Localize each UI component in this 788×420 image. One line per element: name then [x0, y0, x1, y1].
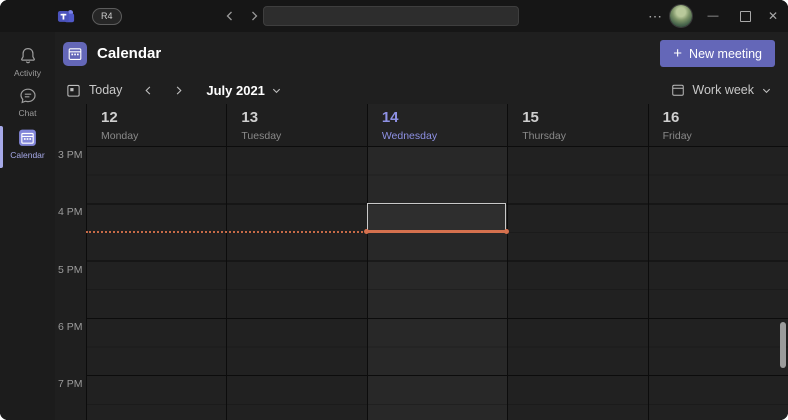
- view-selector[interactable]: Work week: [671, 76, 772, 104]
- day-column-friday[interactable]: [647, 146, 788, 420]
- chevron-down-icon[interactable]: [271, 85, 282, 96]
- day-name: Friday: [662, 130, 692, 142]
- day-column-thursday[interactable]: [507, 146, 648, 420]
- search-input[interactable]: [263, 6, 519, 26]
- new-meeting-label: New meeting: [689, 46, 762, 61]
- day-name: Wednesday: [381, 130, 438, 142]
- environment-badge: R4: [92, 8, 122, 25]
- chat-icon: [0, 86, 55, 106]
- sidebar-item-label: Calendar: [10, 150, 45, 160]
- maximize-button[interactable]: [730, 0, 760, 32]
- bell-icon: [0, 46, 55, 66]
- today-button[interactable]: Today: [89, 83, 122, 97]
- more-options-icon[interactable]: ⋯: [643, 4, 667, 28]
- week-grid: 3 PM 4 PM 5 PM 6 PM 7 PM: [55, 146, 788, 420]
- sidebar-item-chat[interactable]: Chat: [0, 86, 55, 118]
- toolbar-left-group: Today July 2021: [66, 76, 282, 104]
- sidebar-item-calendar[interactable]: Calendar: [0, 127, 55, 160]
- sidebar-item-label: Activity: [14, 68, 41, 78]
- day-header-thursday[interactable]: 15 Thursday: [507, 104, 647, 146]
- day-column-monday[interactable]: [86, 146, 227, 420]
- calendar-app-icon: [63, 42, 87, 66]
- minimize-button[interactable]: —: [698, 0, 728, 32]
- nav-back-icon[interactable]: [221, 8, 239, 24]
- plus-icon: +: [673, 44, 683, 62]
- day-header-wednesday[interactable]: 14 Wednesday: [366, 104, 508, 146]
- active-item-indicator: [0, 126, 3, 168]
- day-date: 13: [241, 109, 259, 126]
- time-label: 5 PM: [58, 264, 83, 276]
- time-gutter: 3 PM 4 PM 5 PM 6 PM 7 PM: [55, 146, 86, 420]
- page-header: Calendar + New meeting: [55, 32, 788, 76]
- time-label: 7 PM: [58, 378, 83, 390]
- teams-window: R4 ⋯ — ✕ Activity Chat Calendar Calendar…: [0, 0, 788, 420]
- title-bar: R4 ⋯ — ✕: [0, 0, 788, 32]
- month-selector[interactable]: July 2021: [206, 83, 265, 98]
- day-header-friday[interactable]: 16 Friday: [647, 104, 788, 146]
- new-meeting-button[interactable]: + New meeting: [660, 40, 775, 67]
- vertical-scrollbar[interactable]: [780, 322, 786, 368]
- nav-forward-icon[interactable]: [245, 8, 263, 24]
- today-icon[interactable]: [66, 83, 81, 98]
- view-selector-label: Work week: [692, 83, 754, 97]
- maximize-icon: [739, 10, 751, 22]
- sidebar-item-label: Chat: [18, 108, 37, 118]
- calendar-page: Calendar + New meeting Today July 2021 W…: [55, 32, 788, 420]
- sidebar: Activity Chat Calendar: [0, 32, 55, 420]
- time-label: 6 PM: [58, 321, 83, 333]
- teams-logo-icon: [57, 7, 76, 26]
- day-header-tuesday[interactable]: 13 Tuesday: [226, 104, 366, 146]
- day-header-row: 12 Monday 13 Tuesday 14 Wednesday 15 Thu…: [55, 104, 788, 146]
- sidebar-item-activity[interactable]: Activity: [0, 46, 55, 78]
- chevron-down-icon: [761, 85, 772, 96]
- day-date: 14: [381, 109, 399, 126]
- day-header-monday[interactable]: 12 Monday: [86, 104, 226, 146]
- time-gutter-header: [55, 104, 86, 146]
- avatar[interactable]: [670, 5, 692, 27]
- next-week-icon[interactable]: [170, 85, 186, 96]
- day-column-tuesday[interactable]: [226, 146, 367, 420]
- day-date: 15: [522, 109, 539, 126]
- day-column-wednesday[interactable]: [366, 146, 508, 420]
- time-label: 4 PM: [58, 206, 83, 218]
- time-label: 3 PM: [58, 149, 83, 161]
- work-week-icon: [671, 83, 685, 97]
- calendar-icon: [0, 127, 55, 148]
- day-date: 12: [101, 109, 118, 126]
- day-date: 16: [662, 109, 680, 126]
- previous-week-icon[interactable]: [140, 85, 156, 96]
- day-name: Monday: [101, 130, 139, 142]
- selected-time-slot[interactable]: [367, 203, 506, 232]
- page-title: Calendar: [97, 45, 162, 62]
- day-name: Tuesday: [241, 130, 282, 142]
- calendar-toolbar: Today July 2021 Work week: [55, 76, 788, 104]
- close-button[interactable]: ✕: [758, 0, 788, 32]
- day-name: Thursday: [522, 130, 566, 142]
